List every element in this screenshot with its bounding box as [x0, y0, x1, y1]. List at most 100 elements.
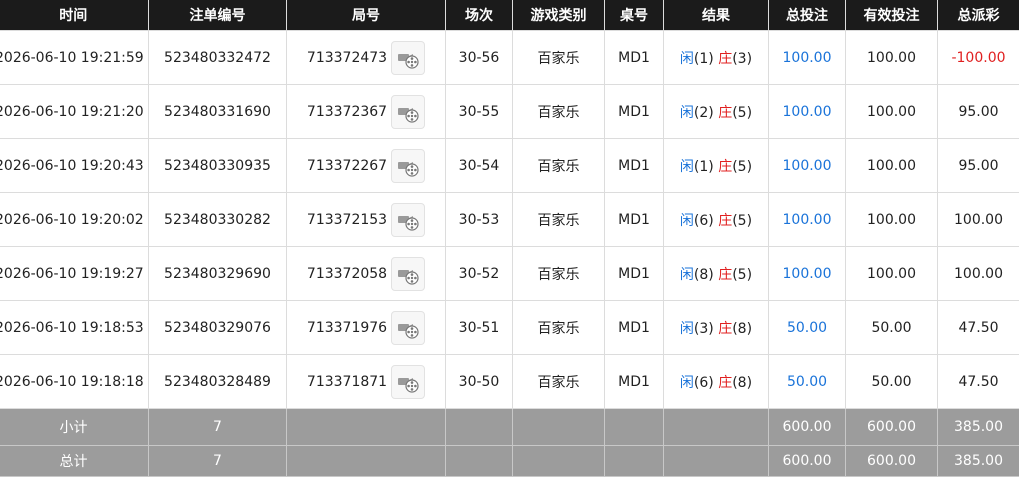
header-total-bet: 总投注 [769, 0, 846, 31]
cell-result: 闲(1) 庄(3) [664, 31, 769, 85]
cell-bet-id: 523480329690 [149, 247, 287, 301]
cell-game-type: 百家乐 [513, 85, 605, 139]
total-count: 7 [149, 446, 287, 477]
result-player-score: (1) [694, 159, 714, 175]
cell-round: 713372153 [287, 193, 446, 247]
cell-payout: 100.00 [938, 193, 1019, 247]
total-total-bet: 600.00 [769, 446, 846, 477]
subtotal-valid-bet: 600.00 [846, 409, 938, 446]
cell-round: 713371976 [287, 301, 446, 355]
film-reel-video-icon[interactable] [391, 95, 425, 129]
cell-total-bet: 50.00 [769, 355, 846, 409]
cell-game-type: 百家乐 [513, 301, 605, 355]
result-player-label: 闲 [680, 51, 694, 67]
cell-time: 2026-06-10 19:19:27 [0, 247, 149, 301]
cell-bet-id: 523480330282 [149, 193, 287, 247]
cell-result: 闲(1) 庄(5) [664, 139, 769, 193]
cell-total-bet: 100.00 [769, 139, 846, 193]
cell-time: 2026-06-10 19:20:02 [0, 193, 149, 247]
cell-game-type: 百家乐 [513, 193, 605, 247]
film-reel-video-icon[interactable] [391, 41, 425, 75]
cell-game-type: 百家乐 [513, 247, 605, 301]
result-player-label: 闲 [680, 159, 694, 175]
result-banker-score: (8) [732, 321, 752, 337]
cell-payout: 47.50 [938, 301, 1019, 355]
cell-valid-bet: 100.00 [846, 247, 938, 301]
cell-valid-bet: 100.00 [846, 85, 938, 139]
cell-time: 2026-06-10 19:20:43 [0, 139, 149, 193]
cell-round: 713372267 [287, 139, 446, 193]
subtotal-total-bet: 600.00 [769, 409, 846, 446]
cell-game-type: 百家乐 [513, 139, 605, 193]
total-row: 总计 7 600.00 600.00 385.00 [0, 446, 1019, 477]
cell-time: 2026-06-10 19:18:53 [0, 301, 149, 355]
cell-session: 30-52 [446, 247, 513, 301]
result-banker-score: (5) [732, 105, 752, 121]
total-valid-bet: 600.00 [846, 446, 938, 477]
film-reel-video-icon[interactable] [391, 149, 425, 183]
result-banker-score: (3) [732, 51, 752, 67]
cell-valid-bet: 50.00 [846, 301, 938, 355]
cell-payout: 95.00 [938, 139, 1019, 193]
cell-bet-id: 523480329076 [149, 301, 287, 355]
table-row: 2026-06-10 19:21:59 523480332472 7133724… [0, 31, 1019, 85]
header-round: 局号 [287, 0, 446, 31]
cell-round: 713372367 [287, 85, 446, 139]
header-row: 时间 注单编号 局号 场次 游戏类别 桌号 结果 总投注 有效投注 总派彩 [0, 0, 1019, 31]
result-player-label: 闲 [680, 375, 694, 391]
cell-session: 30-53 [446, 193, 513, 247]
cell-total-bet: 100.00 [769, 247, 846, 301]
cell-bet-id: 523480332472 [149, 31, 287, 85]
cell-payout: -100.00 [938, 31, 1019, 85]
result-player-score: (3) [694, 321, 714, 337]
cell-round: 713371871 [287, 355, 446, 409]
table-row: 2026-06-10 19:18:53 523480329076 7133719… [0, 301, 1019, 355]
film-reel-video-icon[interactable] [391, 311, 425, 345]
cell-table-no: MD1 [605, 193, 664, 247]
film-reel-video-icon[interactable] [391, 257, 425, 291]
result-banker-score: (5) [732, 213, 752, 229]
result-player-score: (2) [694, 105, 714, 121]
cell-valid-bet: 100.00 [846, 193, 938, 247]
table-row: 2026-06-10 19:19:27 523480329690 7133720… [0, 247, 1019, 301]
result-banker-score: (8) [732, 375, 752, 391]
cell-total-bet: 100.00 [769, 31, 846, 85]
round-number: 713372058 [307, 266, 387, 282]
result-player-score: (6) [694, 213, 714, 229]
cell-session: 30-56 [446, 31, 513, 85]
header-valid-bet: 有效投注 [846, 0, 938, 31]
header-game-type: 游戏类别 [513, 0, 605, 31]
cell-result: 闲(8) 庄(5) [664, 247, 769, 301]
cell-round: 713372473 [287, 31, 446, 85]
result-banker-label: 庄 [718, 213, 732, 229]
cell-game-type: 百家乐 [513, 355, 605, 409]
film-reel-video-icon[interactable] [391, 365, 425, 399]
subtotal-payout: 385.00 [938, 409, 1019, 446]
cell-table-no: MD1 [605, 355, 664, 409]
header-bet-id: 注单编号 [149, 0, 287, 31]
table-row: 2026-06-10 19:20:43 523480330935 7133722… [0, 139, 1019, 193]
subtotal-row: 小计 7 600.00 600.00 385.00 [0, 409, 1019, 446]
total-payout: 385.00 [938, 446, 1019, 477]
film-reel-video-icon[interactable] [391, 203, 425, 237]
cell-payout: 100.00 [938, 247, 1019, 301]
result-player-score: (1) [694, 51, 714, 67]
result-banker-label: 庄 [718, 159, 732, 175]
cell-table-no: MD1 [605, 139, 664, 193]
cell-session: 30-50 [446, 355, 513, 409]
cell-session: 30-51 [446, 301, 513, 355]
result-banker-label: 庄 [718, 267, 732, 283]
result-player-label: 闲 [680, 105, 694, 121]
cell-table-no: MD1 [605, 85, 664, 139]
result-player-label: 闲 [680, 267, 694, 283]
cell-result: 闲(6) 庄(5) [664, 193, 769, 247]
cell-total-bet: 50.00 [769, 301, 846, 355]
header-table-no: 桌号 [605, 0, 664, 31]
cell-time: 2026-06-10 19:21:59 [0, 31, 149, 85]
result-banker-label: 庄 [718, 375, 732, 391]
cell-bet-id: 523480330935 [149, 139, 287, 193]
subtotal-count: 7 [149, 409, 287, 446]
result-banker-score: (5) [732, 267, 752, 283]
cell-round: 713372058 [287, 247, 446, 301]
header-session: 场次 [446, 0, 513, 31]
